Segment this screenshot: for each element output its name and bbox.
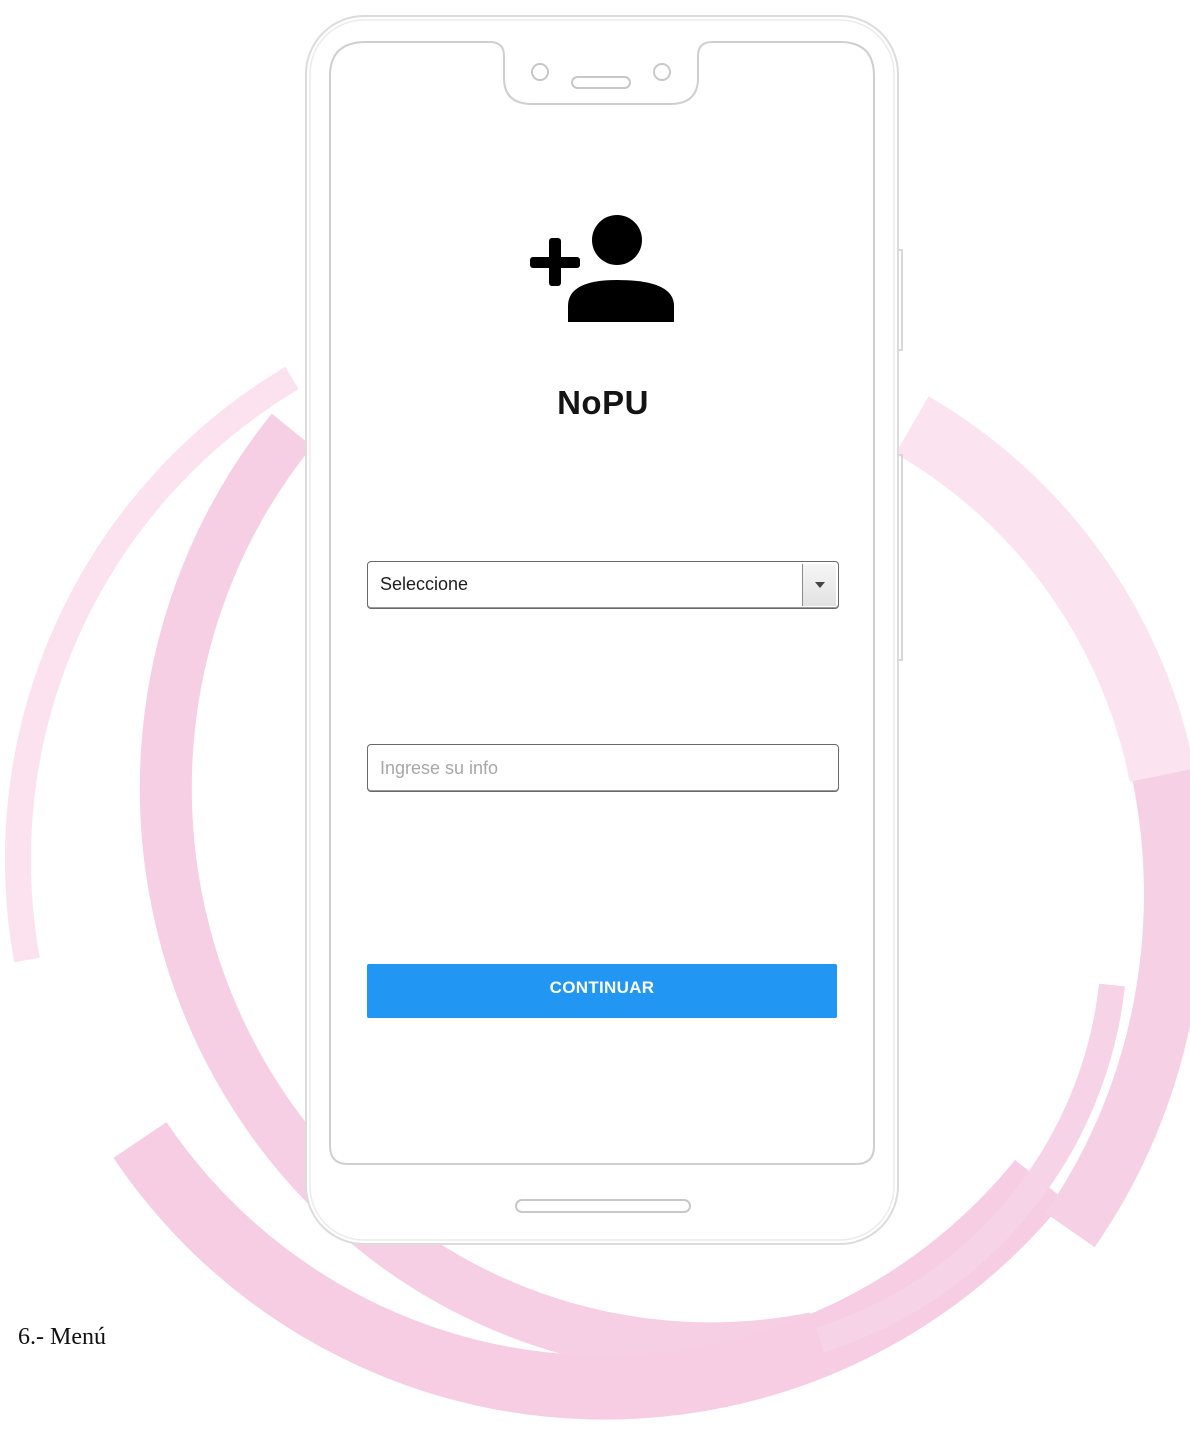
section-caption: 6.- Menú (18, 1324, 106, 1350)
select-value: Seleccione (380, 574, 469, 594)
phone-screen: NoPU Seleccione CONTINUAR (332, 44, 874, 1164)
person-add-icon (530, 215, 674, 322)
user-type-select[interactable]: Seleccione (367, 561, 839, 609)
app-title: NoPU (557, 384, 649, 421)
info-input[interactable] (367, 744, 839, 792)
continue-button[interactable]: CONTINUAR (367, 964, 837, 1018)
chevron-down-icon (815, 582, 825, 588)
dropdown-button[interactable] (802, 564, 836, 606)
